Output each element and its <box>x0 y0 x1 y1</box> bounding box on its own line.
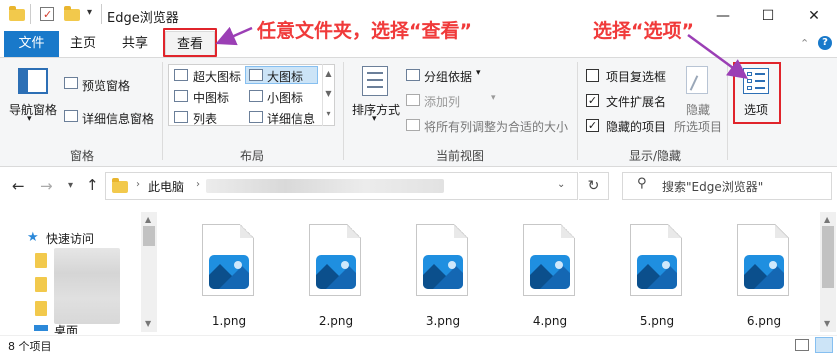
folder-icon <box>112 178 128 193</box>
file-name: 6.png <box>746 314 782 328</box>
star-icon: ★ <box>27 230 39 245</box>
content-scrollbar[interactable]: ▲ ▼ <box>820 212 836 332</box>
details-view-icon[interactable] <box>795 339 809 351</box>
up-arrow-icon[interactable]: ↑ <box>86 176 99 194</box>
file-item[interactable]: 5.png <box>622 218 692 334</box>
search-icon: ⚲ <box>637 176 647 191</box>
annotation-arrows <box>215 26 749 79</box>
image-file-icon <box>523 224 575 296</box>
image-file-icon <box>630 224 682 296</box>
breadcrumb-chevron-icon[interactable]: › <box>136 179 140 190</box>
address-dropdown-icon[interactable]: ⌄ <box>557 179 565 190</box>
breadcrumb-chevron-icon[interactable]: › <box>196 179 200 190</box>
breadcrumb-this-pc[interactable]: 此电脑 <box>148 178 184 195</box>
blurred-path <box>206 179 444 193</box>
file-item[interactable]: 4.png <box>515 218 585 334</box>
arrow-to-view-tab <box>215 26 253 46</box>
status-bar <box>0 335 837 357</box>
image-file-icon <box>737 224 789 296</box>
folder-icon <box>35 277 47 292</box>
image-file-icon <box>202 224 254 296</box>
file-name: 4.png <box>532 314 568 328</box>
file-name: 3.png <box>425 314 461 328</box>
image-file-icon <box>309 224 361 296</box>
file-item[interactable]: 3.png <box>408 218 478 334</box>
quick-access-item[interactable]: 快速访问 <box>46 230 94 247</box>
item-count: 8 个项目 <box>8 340 52 353</box>
file-item[interactable]: 1.png <box>194 218 264 334</box>
folder-icon <box>35 301 47 316</box>
file-name: 5.png <box>639 314 675 328</box>
back-arrow-icon[interactable]: ← <box>12 177 25 195</box>
large-icons-view-icon[interactable] <box>815 337 833 353</box>
refresh-icon[interactable]: ↻ <box>579 172 609 200</box>
image-file-icon <box>416 224 468 296</box>
blurred-folder-names <box>54 248 120 324</box>
desktop-item[interactable]: 桌面 <box>54 324 78 334</box>
arrow-to-options <box>687 33 749 79</box>
recent-locations-chevron-icon[interactable]: ▾ <box>68 180 73 191</box>
search-placeholder[interactable]: 搜索"Edge浏览器" <box>662 178 763 195</box>
folder-icon <box>35 253 47 268</box>
file-item[interactable]: 6.png <box>729 218 799 334</box>
file-name: 2.png <box>318 314 354 328</box>
desktop-icon <box>34 325 48 331</box>
nav-pane-scrollbar[interactable]: ▲ ▼ <box>141 212 157 332</box>
file-item[interactable]: 2.png <box>301 218 371 334</box>
forward-arrow-icon[interactable]: → <box>40 177 53 195</box>
file-name: 1.png <box>211 314 247 328</box>
